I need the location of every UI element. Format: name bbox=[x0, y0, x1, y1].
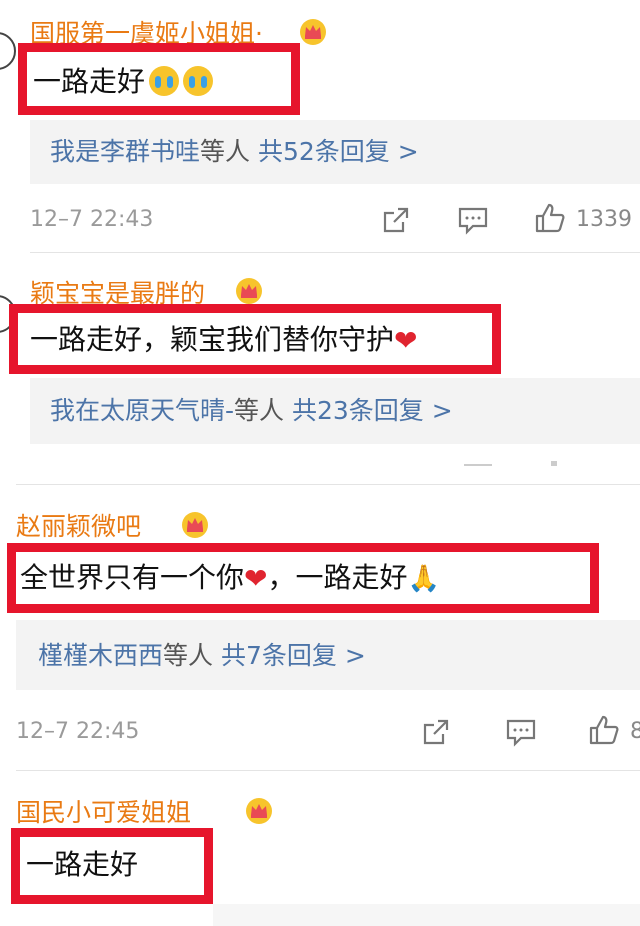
thumbs-up-icon[interactable] bbox=[534, 202, 566, 234]
divider bbox=[16, 770, 640, 771]
reply-user-link[interactable]: 我是李群书哇 bbox=[50, 137, 200, 166]
reply-summary[interactable]: 我是李群书哇等人 共52条回复 > bbox=[50, 139, 419, 164]
cropped-toolbar-remnant bbox=[464, 464, 492, 466]
reply-count-link[interactable]: 共52条回复 > bbox=[258, 137, 419, 166]
comment-text: 一路走好，颖宝我们替你守护❤ bbox=[30, 323, 418, 357]
comment-text: 一路走好 bbox=[26, 848, 139, 881]
username[interactable]: 赵丽颖微吧 bbox=[16, 514, 141, 539]
username[interactable]: 国民小可爱姐姐 bbox=[16, 800, 191, 825]
reply-user-link[interactable]: 槿槿木西西 bbox=[38, 641, 163, 670]
divider bbox=[30, 252, 640, 253]
crown-badge-icon bbox=[300, 19, 326, 45]
username[interactable]: 颖宝宝是最胖的 bbox=[30, 281, 205, 306]
reply-count-link[interactable]: 共23条回复 > bbox=[292, 396, 453, 425]
heart-emoji-icon: ❤ bbox=[394, 324, 418, 357]
thumbs-up-icon[interactable] bbox=[588, 714, 620, 746]
crying-emoji-icon bbox=[149, 66, 180, 96]
comment-icon[interactable] bbox=[505, 717, 537, 747]
reply-summary[interactable]: 我在太原天气晴-等人 共23条回复 > bbox=[50, 398, 453, 423]
reply-count-link[interactable]: 共7条回复 > bbox=[221, 641, 366, 670]
praying-hands-emoji-icon: 🙏 bbox=[407, 564, 440, 594]
avatar[interactable] bbox=[0, 32, 16, 70]
crown-badge-icon bbox=[246, 798, 272, 824]
crown-badge-icon bbox=[236, 278, 262, 304]
reply-preview bbox=[213, 904, 640, 926]
share-icon[interactable] bbox=[421, 717, 451, 747]
comment-text: 一路走好 bbox=[33, 66, 214, 96]
timestamp: 12–7 22:45 bbox=[16, 719, 140, 744]
reply-summary[interactable]: 槿槿木西西等人 共7条回复 > bbox=[38, 643, 366, 668]
share-icon[interactable] bbox=[381, 205, 411, 235]
divider bbox=[16, 484, 640, 485]
crown-badge-icon bbox=[182, 512, 208, 538]
timestamp: 12–7 22:43 bbox=[30, 207, 154, 232]
comment-text: 全世界只有一个你❤，一路走好🙏 bbox=[20, 561, 440, 595]
heart-emoji-icon: ❤ bbox=[244, 562, 268, 595]
reply-user-link[interactable]: 我在太原天气晴- bbox=[50, 396, 234, 425]
like-count: 1339 bbox=[576, 207, 632, 232]
crying-emoji-icon bbox=[183, 66, 214, 96]
cropped-toolbar-remnant bbox=[551, 461, 557, 466]
like-count: 8 bbox=[630, 719, 640, 744]
comment-icon[interactable] bbox=[457, 205, 489, 235]
